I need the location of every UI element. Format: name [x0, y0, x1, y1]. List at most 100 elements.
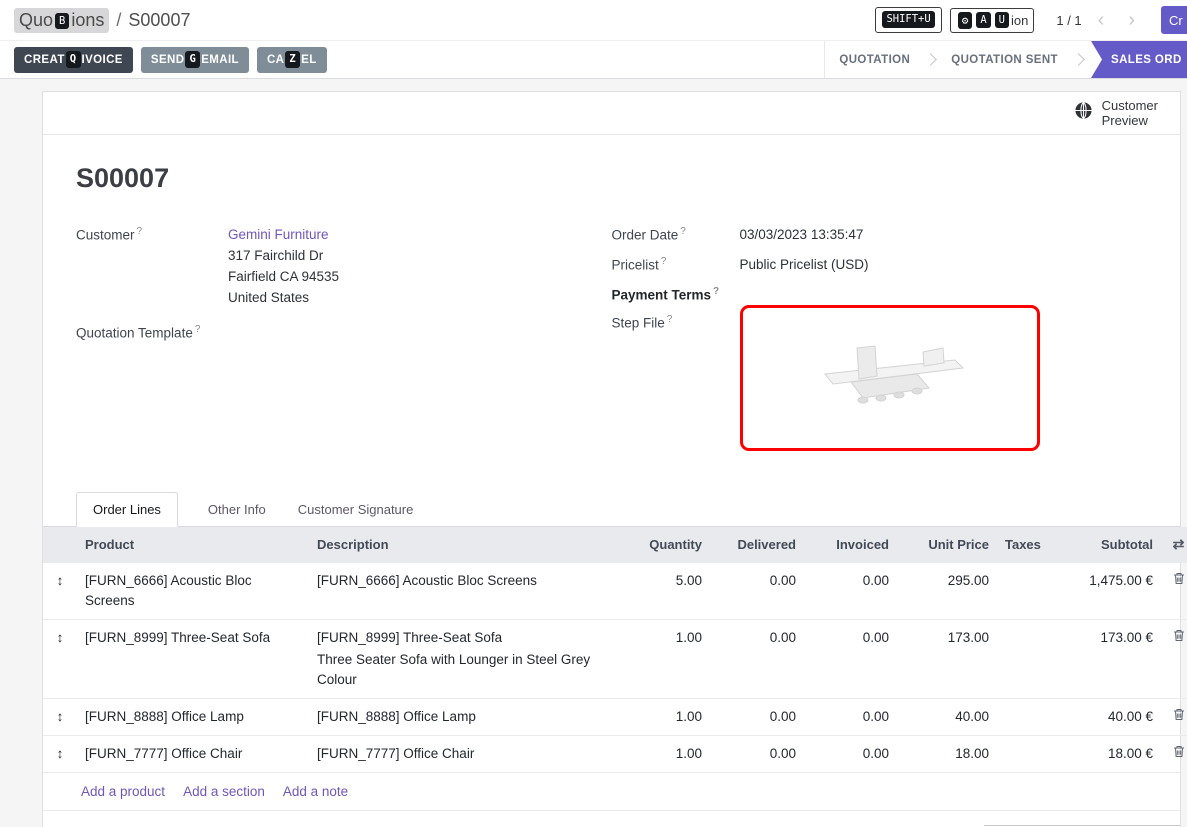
cell-description[interactable]: [FURN_6666] Acoustic Bloc Screens — [309, 562, 615, 619]
customer-preview-label: Customer Preview — [1102, 98, 1158, 128]
cancel-button[interactable]: CAZEL — [257, 47, 327, 73]
notebook-tabs: Order Lines Other Info Customer Signatur… — [43, 492, 1180, 527]
cell-invoiced[interactable]: 0.00 — [804, 619, 897, 698]
cell-taxes[interactable] — [997, 619, 1043, 698]
action-menu-label: ion — [1011, 13, 1028, 28]
header-invoiced[interactable]: Invoiced — [804, 527, 897, 563]
cell-delivered[interactable]: 0.00 — [710, 735, 804, 772]
header-description[interactable]: Description — [309, 527, 615, 563]
kbd-hint-q: Q — [66, 51, 81, 68]
tab-other-info[interactable]: Other Info — [206, 493, 268, 526]
status-sales-order[interactable]: SALES ORD — [1091, 41, 1187, 78]
tab-customer-signature[interactable]: Customer Signature — [296, 493, 416, 526]
add-note-link[interactable]: Add a note — [283, 784, 348, 799]
cell-unit-price[interactable]: 173.00 — [897, 619, 997, 698]
order-lines-table: Product Description Quantity Delivered I… — [43, 527, 1187, 772]
cell-quantity[interactable]: 5.00 — [615, 562, 710, 619]
action-menu-button[interactable]: ⚙ A U ion — [950, 8, 1035, 33]
drag-handle-icon[interactable]: ↕ — [43, 619, 77, 698]
breadcrumb-quotations[interactable]: QuoBions — [14, 8, 109, 33]
drag-handle-icon[interactable]: ↕ — [43, 562, 77, 619]
cell-description[interactable]: [FURN_8888] Office Lamp — [309, 698, 615, 735]
order-date-value[interactable]: 03/03/2023 13:35:47 — [740, 224, 864, 245]
header-taxes[interactable]: Taxes — [997, 527, 1043, 563]
cell-product[interactable]: [FURN_6666] Acoustic Bloc Screens — [77, 562, 309, 619]
step-file-label: Step File? — [612, 312, 740, 451]
optional-columns-icon[interactable]: ⇄ — [1169, 536, 1187, 553]
order-line-row[interactable]: ↕ [FURN_7777] Office Chair [FURN_7777] O… — [43, 735, 1187, 772]
cell-delivered[interactable]: 0.00 — [710, 562, 804, 619]
send-email-button[interactable]: SENDGEMAIL — [141, 47, 249, 73]
breadcrumb-current: S00007 — [128, 10, 190, 31]
quotation-template-label[interactable]: Quotation Template? — [76, 322, 200, 341]
drag-handle-icon[interactable]: ↕ — [43, 698, 77, 735]
header-subtotal[interactable]: Subtotal — [1043, 527, 1161, 563]
corner-create-button[interactable]: Cr — [1161, 6, 1187, 34]
breadcrumb-text-pre: Quo — [19, 10, 53, 30]
cell-delivered[interactable]: 0.00 — [710, 698, 804, 735]
header-product[interactable]: Product — [77, 527, 309, 563]
order-line-row[interactable]: ↕ [FURN_8999] Three-Seat Sofa [FURN_8999… — [43, 619, 1187, 698]
pricelist-value[interactable]: Public Pricelist (USD) — [740, 254, 869, 275]
topbar-right-controls: SHIFT+U ⚙ A U ion 1 / 1 ‹ › Cr — [875, 6, 1187, 34]
preview-line2: Preview — [1102, 113, 1148, 128]
form-area: S00007 Customer? Gemini Furniture 317 Fa… — [43, 135, 1180, 460]
delete-row-icon[interactable] — [1161, 619, 1187, 698]
cell-delivered[interactable]: 0.00 — [710, 619, 804, 698]
header-delivered[interactable]: Delivered — [710, 527, 804, 563]
top-navbar: QuoBions / S00007 SHIFT+U ⚙ A U ion 1 / … — [0, 0, 1187, 40]
customer-preview-button[interactable]: Customer Preview — [1074, 98, 1158, 128]
cell-product[interactable]: [FURN_7777] Office Chair — [77, 735, 309, 772]
status-quotation[interactable]: QUOTATION — [825, 54, 924, 66]
header-unit-price[interactable]: Unit Price — [897, 527, 997, 563]
help-icon: ? — [195, 324, 201, 335]
delete-row-icon[interactable] — [1161, 698, 1187, 735]
cell-unit-price[interactable]: 40.00 — [897, 698, 997, 735]
cell-invoiced[interactable]: 0.00 — [804, 562, 897, 619]
tab-order-lines[interactable]: Order Lines — [76, 492, 178, 527]
cell-unit-price[interactable]: 295.00 — [897, 562, 997, 619]
cell-invoiced[interactable]: 0.00 — [804, 698, 897, 735]
cell-subtotal: 40.00 € — [1043, 698, 1161, 735]
delete-row-icon[interactable] — [1161, 735, 1187, 772]
pager-prev-icon[interactable]: ‹ — [1090, 10, 1113, 30]
preview-line1: Customer — [1102, 98, 1158, 113]
gear-icon: ⚙ — [958, 12, 973, 29]
cell-quantity[interactable]: 1.00 — [615, 698, 710, 735]
add-product-link[interactable]: Add a product — [81, 784, 165, 799]
cell-taxes[interactable] — [997, 735, 1043, 772]
delete-row-icon[interactable] — [1161, 562, 1187, 619]
drag-handle-icon[interactable]: ↕ — [43, 735, 77, 772]
cell-quantity[interactable]: 1.00 — [615, 735, 710, 772]
cell-subtotal: 1,475.00 € — [1043, 562, 1161, 619]
description-line2: Three Seater Sofa with Lounger in Steel … — [317, 650, 607, 690]
customer-label: Customer? — [76, 224, 228, 308]
step-file-image-widget[interactable] — [740, 305, 1040, 451]
status-quotation-sent[interactable]: QUOTATION SENT — [937, 54, 1072, 66]
content-area: Customer Preview S00007 Customer? Gemini… — [0, 79, 1187, 827]
pager-next-icon[interactable]: › — [1120, 10, 1143, 30]
header-quantity[interactable]: Quantity — [615, 527, 710, 563]
customer-link[interactable]: Gemini Furniture — [228, 227, 329, 242]
cell-taxes[interactable] — [997, 698, 1043, 735]
line-add-links: Add a product Add a section Add a note — [43, 772, 1180, 811]
send-email-label-post: EMAIL — [201, 54, 239, 66]
cell-unit-price[interactable]: 18.00 — [897, 735, 997, 772]
pricelist-label: Pricelist? — [612, 254, 740, 275]
header-actions: ⇄ — [1161, 527, 1187, 563]
order-line-row[interactable]: ↕ [FURN_6666] Acoustic Bloc Screens [FUR… — [43, 562, 1187, 619]
create-invoice-button[interactable]: CREATQIVOICE — [14, 47, 133, 73]
cell-invoiced[interactable]: 0.00 — [804, 735, 897, 772]
order-line-row[interactable]: ↕ [FURN_8888] Office Lamp [FURN_8888] Of… — [43, 698, 1187, 735]
cell-product[interactable]: [FURN_8999] Three-Seat Sofa — [77, 619, 309, 698]
cell-product[interactable]: [FURN_8888] Office Lamp — [77, 698, 309, 735]
cell-description[interactable]: [FURN_7777] Office Chair — [309, 735, 615, 772]
table-header-row: Product Description Quantity Delivered I… — [43, 527, 1187, 563]
odoo-sales-app: QuoBions / S00007 SHIFT+U ⚙ A U ion 1 / … — [0, 0, 1187, 827]
cell-quantity[interactable]: 1.00 — [615, 619, 710, 698]
kbd-hint-g: G — [185, 51, 200, 68]
cell-taxes[interactable] — [997, 562, 1043, 619]
add-section-link[interactable]: Add a section — [183, 784, 265, 799]
chevron-separator-icon — [1072, 53, 1085, 66]
cell-description[interactable]: [FURN_8999] Three-Seat Sofa Three Seater… — [309, 619, 615, 698]
